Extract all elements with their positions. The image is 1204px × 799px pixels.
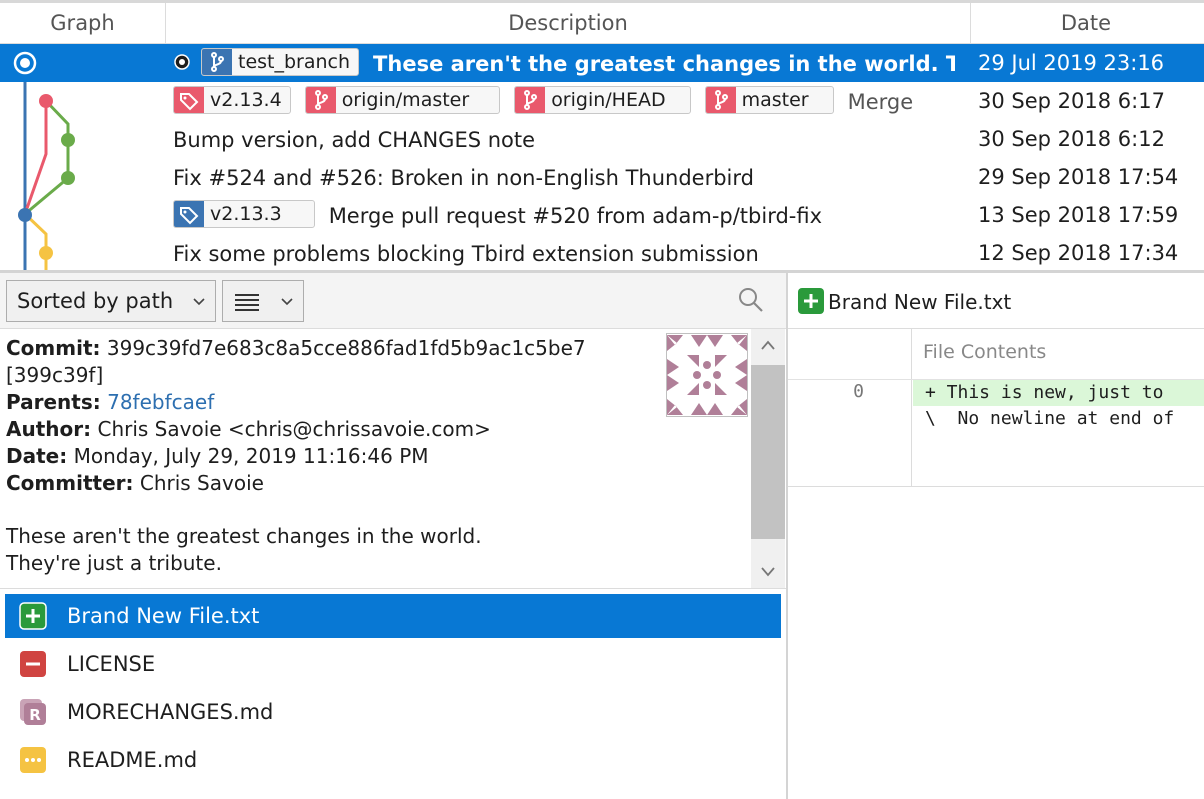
commit-date: 12 Sep 2018 17:34: [978, 241, 1179, 265]
commit-row[interactable]: Bump version, add CHANGES note 30 Sep 20…: [0, 120, 1204, 158]
file-name: LICENSE: [67, 652, 156, 676]
file-modified-icon: [20, 747, 46, 773]
branch-label[interactable]: origin/master: [304, 86, 501, 114]
parent-hash-link[interactable]: 78febfcaef: [107, 390, 214, 414]
file-name: MORECHANGES.md: [67, 700, 274, 724]
commit-message: Bump version, add CHANGES note: [173, 128, 536, 152]
sort-dropdown-label: Sorted by path: [17, 289, 174, 313]
commit-details-pane: Sorted by path Commit: 399c39fd7e683c8a5…: [0, 273, 786, 799]
line-number: 0: [853, 381, 864, 402]
chevron-down-icon: [281, 298, 293, 306]
branch-label[interactable]: master: [704, 86, 834, 114]
branch-label[interactable]: origin/HEAD: [514, 86, 691, 114]
commit-hash-line: Commit: 399c39fd7e683c8a5cce886fad1fd5b9…: [6, 336, 586, 360]
branch-label[interactable]: test_branch: [201, 48, 360, 76]
sort-dropdown[interactable]: Sorted by path: [6, 280, 216, 322]
short-hash: [399c39f]: [6, 363, 104, 387]
tag-label[interactable]: v2.13.4: [173, 86, 291, 114]
commit-message: Fix some problems blocking Tbird extensi…: [173, 242, 759, 266]
diff-no-newline-note: \ No newline at end of: [925, 408, 1175, 429]
commit-row[interactable]: Fix some problems blocking Tbird extensi…: [0, 234, 1204, 272]
chevron-down-icon[interactable]: [760, 566, 776, 578]
commit-date: 29 Sep 2018 17:54: [978, 165, 1179, 189]
view-mode-dropdown[interactable]: [222, 280, 304, 322]
diff-pane: Brand New File.txt File Contents 0 + Thi…: [788, 273, 1204, 799]
diff-view: File Contents 0 + This is new, just to \…: [788, 329, 1204, 487]
branch-icon: [714, 90, 728, 110]
diff-added-line: + This is new, just to: [913, 380, 1204, 406]
author-line: Author: Chris Savoie <chris@chrissavoie.…: [6, 417, 491, 441]
scrollbar-thumb[interactable]: [751, 365, 785, 539]
diff-gutter: [788, 329, 912, 486]
commit-message: Merge pull request #520 from adam-p/tbir…: [328, 204, 823, 228]
commit-message-body: These aren't the greatest changes in the…: [6, 524, 482, 548]
file-item[interactable]: LICENSE: [5, 642, 781, 686]
parents-line: Parents: 78febfcaef: [6, 390, 215, 414]
file-added-icon: [798, 288, 824, 314]
date-line: Date: Monday, July 29, 2019 11:16:46 PM: [6, 444, 429, 468]
column-header-description[interactable]: Description: [166, 3, 971, 43]
column-header-graph[interactable]: Graph: [0, 3, 166, 43]
commit-row[interactable]: test_branch These aren't the greatest cha…: [0, 44, 1204, 82]
commit-row[interactable]: v2.13.4 origin/master origin/HEAD master Mer…: [0, 82, 1204, 120]
details-scrollbar[interactable]: [751, 329, 785, 588]
chevron-down-icon: [193, 298, 205, 306]
search-icon[interactable]: [738, 287, 764, 313]
commit-message: Fix #524 and #526: Broken in non-English…: [173, 166, 754, 190]
graph-line-red: [23, 101, 48, 215]
commit-hash[interactable]: 399c39fd7e683c8a5cce886fad1fd5b9ac1c5be7: [107, 336, 586, 360]
commit-row[interactable]: v2.13.3 Merge pull request #520 from adam…: [0, 196, 1204, 234]
branch-icon: [314, 90, 328, 110]
svg-text:R: R: [29, 706, 41, 724]
file-item[interactable]: R MORECHANGES.md: [5, 690, 781, 734]
tag-icon: [180, 93, 199, 111]
file-name: Brand New File.txt: [67, 604, 260, 628]
graph-line-yellow: [23, 212, 48, 270]
head-indicator-icon: [174, 54, 190, 70]
diff-header: Brand New File.txt: [788, 273, 1204, 329]
commit-date: 30 Sep 2018 6:17: [978, 89, 1165, 113]
graph-node: [39, 94, 53, 108]
file-name: README.md: [67, 748, 198, 772]
file-contents-label: File Contents: [923, 341, 1047, 363]
graph-node: [39, 246, 53, 260]
graph-node: [18, 208, 32, 222]
file-added-icon: [19, 602, 47, 630]
changed-files-list: Brand New File.txt LICENSE R MORECHANGES…: [0, 589, 786, 799]
commit-details: Commit: 399c39fd7e683c8a5cce886fad1fd5b9…: [0, 329, 786, 589]
chevron-up-icon[interactable]: [760, 339, 776, 351]
commit-message: Merge: [847, 90, 914, 114]
tag-label[interactable]: v2.13.3: [173, 200, 315, 228]
commit-graph: [13, 51, 75, 270]
file-deleted-icon: [20, 651, 46, 677]
branch-icon: [524, 90, 538, 110]
commit-message: These aren't the greatest changes in the…: [373, 52, 955, 76]
diff-file-title: Brand New File.txt: [828, 290, 1012, 314]
tag-icon: [180, 207, 199, 225]
commit-list-header: Graph Description Date: [0, 0, 1204, 44]
file-item[interactable]: README.md: [5, 738, 781, 782]
graph-node: [61, 133, 75, 147]
list-view-icon: [235, 294, 259, 311]
commit-date: 29 Jul 2019 23:16: [978, 51, 1165, 75]
column-header-date[interactable]: Date: [971, 3, 1201, 43]
author-avatar: [666, 333, 748, 417]
files-toolbar: Sorted by path: [0, 273, 786, 329]
commit-date: 13 Sep 2018 17:59: [978, 203, 1179, 227]
commit-message-body-line2: They're just a tribute.: [6, 551, 222, 575]
file-renamed-icon: R: [20, 699, 46, 725]
file-item[interactable]: Brand New File.txt: [5, 594, 781, 638]
commit-row[interactable]: Fix #524 and #526: Broken in non-English…: [0, 158, 1204, 196]
graph-node: [61, 171, 75, 185]
committer-line: Committer: Chris Savoie: [6, 471, 264, 495]
branch-icon: [211, 52, 224, 72]
commit-date: 30 Sep 2018 6:12: [978, 127, 1165, 151]
